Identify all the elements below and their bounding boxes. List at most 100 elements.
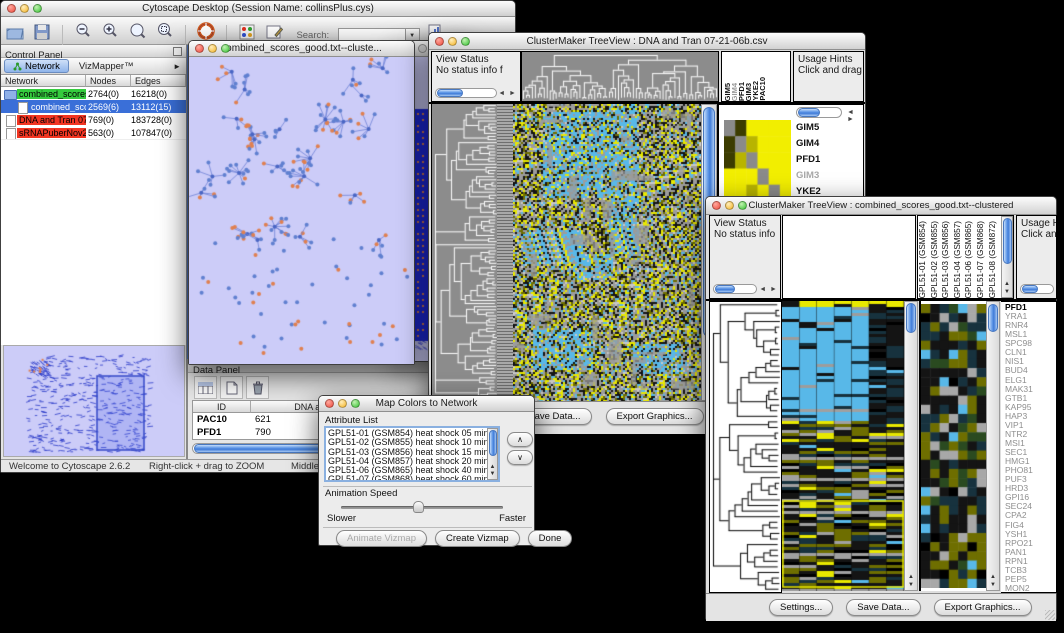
usage-hints-label: Usage Hi [1017,216,1056,229]
tv1-zoom-hscrollbar[interactable] [796,107,842,118]
tv2-hints-scrollbar[interactable] [1020,284,1054,294]
network-tree-row[interactable]: combined_scores 2764(0) 16218(0) [1,87,186,100]
edge-count: 183728(0) [129,115,186,125]
column-label[interactable]: GPL51-07 (GSM868) [977,221,989,298]
attribute-table-icon[interactable] [194,376,217,399]
column-label[interactable]: GPL51-08 (GSM872) [989,221,1001,298]
treeview1-titlebar[interactable]: ClusterMaker TreeView : DNA and Tran 07-… [429,33,865,50]
tv2-collabel-vscrollbar[interactable]: ▲ ▼ [1001,216,1013,298]
new-attribute-icon[interactable] [220,376,243,399]
tv2-zoom-vscrollbar[interactable]: ▲ ▼ [986,301,1000,591]
help-lifebuoy-icon[interactable] [195,19,218,42]
close-button[interactable] [195,44,204,53]
move-down-button[interactable]: ∨ [507,450,533,465]
scroll-up-arrow[interactable]: ▲ [987,574,999,581]
scroll-arrows[interactable]: ◄ ► [847,109,863,123]
dialog-button[interactable]: Done [528,530,573,547]
network-overview-panel[interactable] [3,345,185,457]
network-tree-row[interactable]: sRNAPuberNov2+ 563(0) 107847(0) [1,126,186,139]
resize-grip[interactable] [1045,610,1055,620]
tv2-heatmap-vscrollbar[interactable]: ▲ ▼ [904,301,918,591]
treeview2-titlebar[interactable]: ClusterMaker TreeView : combined_scores_… [706,197,1056,215]
save-icon[interactable] [30,20,53,43]
zoom-in-icon[interactable] [99,19,122,42]
close-button[interactable] [7,4,16,13]
attribute-list-vscrollbar[interactable]: ▲ ▼ [487,428,498,480]
zoom-button[interactable] [738,201,747,210]
tv2-row-dendrogram[interactable] [709,301,782,593]
scroll-arrows[interactable]: ◄ ► [498,90,517,97]
attribute-list-label: Attribute List [325,415,378,426]
status-welcome: Welcome to Cytoscape 2.6.2 [9,461,130,472]
tv2-status-scrollbar[interactable] [713,284,757,294]
tv1-status-scrollbar[interactable] [435,88,497,98]
tab-vizmapper[interactable]: VizMapper™ [69,61,144,72]
move-up-button[interactable]: ∧ [507,432,533,447]
network-tree-row[interactable]: DNA and Tran 07 769(0) 183728(0) [1,113,186,126]
zoom-button[interactable] [351,399,360,408]
desktop: Cytoscape Desktop (Session Name: collins… [0,0,1064,633]
main-titlebar[interactable]: Cytoscape Desktop (Session Name: collins… [1,1,515,17]
dialog-button[interactable]: Animate Vizmap [336,530,427,547]
animation-speed-slider[interactable] [341,506,503,509]
minimize-button[interactable] [208,44,217,53]
minimize-button[interactable] [338,399,347,408]
network-canvas[interactable] [189,57,414,364]
scroll-down-arrow[interactable]: ▼ [987,582,999,589]
tv1-column-dendrogram[interactable] [521,51,719,102]
status-hint-zoom: Right-click + drag to ZOOM [149,461,264,472]
close-button[interactable] [325,399,334,408]
animation-speed-label: Animation Speed [325,488,397,499]
attribute-listbox[interactable]: GPL51-01 (GSM854) heat shock 05 minGPL51… [324,426,500,482]
close-button[interactable] [435,37,444,46]
network-view-window: combined_scores_good.txt--cluste... [188,40,415,365]
tv1-view-status-panel: View Status No status info f ◄ ► [431,51,521,102]
zoom-button[interactable] [221,44,230,53]
dialog-button[interactable]: Create Vizmap [435,530,520,547]
open-file-icon[interactable] [3,21,26,44]
tv2-zoom-heatmap[interactable] [921,301,986,591]
zoom-selected-icon[interactable] [126,19,149,42]
treeview-button[interactable]: Export Graphics... [934,599,1032,616]
tv2-column-dendrogram-area[interactable] [782,215,916,299]
gene-label[interactable]: GIM4 [796,136,826,152]
dialog-titlebar[interactable]: Map Colors to Network [319,396,534,412]
tv1-row-header-strip [497,104,513,401]
tab-overflow-arrow[interactable]: ► [173,62,181,71]
slider-thumb[interactable] [413,501,424,513]
netview-titlebar[interactable]: combined_scores_good.txt--cluste... [189,41,414,57]
gene-label[interactable]: MON2 [1005,584,1056,593]
tab-network[interactable]: Network [4,59,69,73]
network-name: combined_scores [17,89,86,99]
network-tree-row[interactable]: combined_sco 2569(6) 13112(15) [1,100,186,113]
minimize-button[interactable] [448,37,457,46]
treeview-button[interactable]: Save Data... [846,599,920,616]
minimize-button[interactable] [725,201,734,210]
column-label[interactable]: PAC10 [759,77,766,101]
scroll-arrows[interactable]: ◄ ► [759,286,778,293]
tv1-global-heatmap[interactable] [513,104,701,401]
minimize-button[interactable] [418,44,427,53]
gene-label[interactable]: GIM3 [796,168,826,184]
vscroll-thumb[interactable] [988,304,998,332]
tv2-global-heatmap[interactable] [782,301,904,591]
zoom-button[interactable] [461,37,470,46]
zoom-button[interactable] [33,4,42,13]
column-label[interactable]: GPL51-01 (GSM854) [919,221,931,298]
scroll-up-arrow[interactable]: ▲ [905,574,917,581]
treeview-button[interactable]: Export Graphics... [606,408,704,425]
treeview-button[interactable]: Settings... [769,599,833,616]
attribute-list-item[interactable]: GPL51-07 (GSM868) heat shock 60 min [328,475,496,482]
network-overview-canvas[interactable] [4,346,184,456]
delete-attribute-icon[interactable] [246,376,269,399]
scroll-down-arrow[interactable]: ▼ [905,582,917,589]
close-button[interactable] [712,201,721,210]
tv1-row-dendrogram[interactable] [431,104,497,401]
gene-label[interactable]: GIM5 [796,120,826,136]
zoom-out-icon[interactable] [71,19,94,42]
minimize-button[interactable] [20,4,29,13]
vscroll-thumb[interactable] [906,303,916,333]
float-panel-icon[interactable] [173,47,182,56]
zoom-fit-icon[interactable] [154,19,177,42]
gene-label[interactable]: PFD1 [796,152,826,168]
